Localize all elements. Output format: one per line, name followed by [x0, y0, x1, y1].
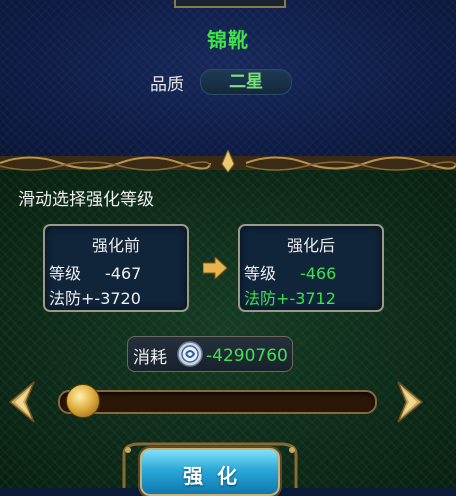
before-level-row: 等级 -467	[49, 260, 141, 284]
item-icon-frame	[174, 0, 286, 8]
after-magic-def-value: -3712	[289, 289, 336, 308]
slide-instruction: 滑动选择强化等级	[18, 190, 154, 210]
quality-badge: 二星	[200, 69, 292, 95]
arrow-right-icon	[203, 257, 227, 279]
before-stats-box: 强化前 等级 -467 法防+-3720	[43, 224, 189, 312]
after-stats-box: 强化后 等级 -466 法防+-3712	[238, 224, 384, 312]
before-level-value: -467	[105, 264, 142, 283]
before-magic-def-row: 法防+-3720	[49, 285, 141, 309]
item-name: 锦靴	[207, 28, 249, 52]
silver-coin-icon	[177, 341, 203, 367]
enhance-button-label: 强化	[183, 464, 251, 488]
after-level-row: 等级 -466	[244, 260, 336, 284]
next-arrow-icon[interactable]	[396, 380, 424, 424]
level-slider-track[interactable]	[58, 390, 377, 414]
after-level-value: -466	[300, 264, 337, 283]
before-magic-def-value: -3720	[94, 289, 141, 308]
previous-arrow-icon[interactable]	[8, 380, 36, 424]
quality-label: 品质	[150, 75, 184, 95]
after-level-label: 等级	[244, 264, 277, 283]
cost-value: -4290760	[206, 346, 288, 366]
before-title: 强化前	[91, 236, 140, 255]
before-level-label: 等级	[49, 264, 82, 283]
cost-label: 消耗	[133, 348, 167, 368]
after-title: 强化后	[286, 236, 335, 255]
after-magic-def-row: 法防+-3712	[244, 285, 336, 309]
ornate-divider	[0, 150, 456, 173]
before-magic-def-label: 法防+	[49, 289, 95, 308]
after-magic-def-label: 法防+	[244, 289, 290, 308]
level-slider-knob[interactable]	[66, 384, 100, 418]
enhance-button[interactable]: 强化	[140, 448, 280, 496]
